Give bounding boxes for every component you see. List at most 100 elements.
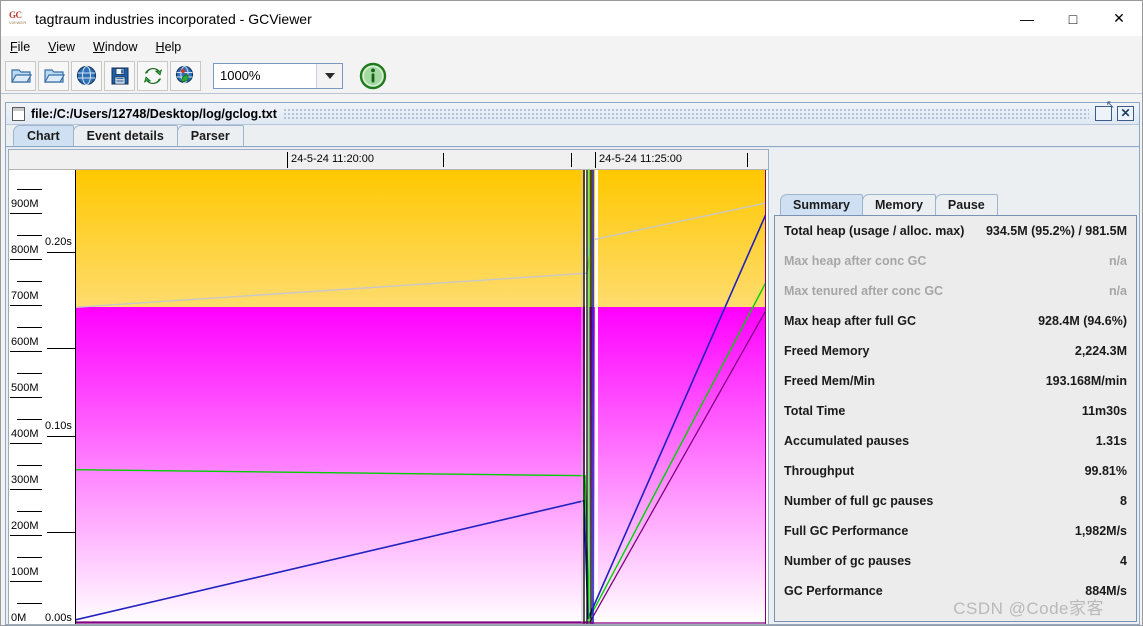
summary-label-accumulated-pauses: Accumulated pauses	[784, 434, 910, 448]
internal-close-button[interactable]: ✕	[1117, 106, 1134, 121]
document-internal-frame: file:/C:/Users/12748/Desktop/log/gclog.t…	[5, 98, 1140, 625]
gcviewer-icon: GC VIEWER	[9, 10, 27, 28]
summary-row-max-tenured-conc-gc: Max tenured after conc GC n/a	[784, 276, 1127, 306]
minimize-button[interactable]: —	[1004, 1, 1050, 36]
y2-tick-label-020s: 0.20s	[45, 236, 72, 248]
summary-row-total-time: Total Time 11m30s	[784, 396, 1127, 426]
zoom-input[interactable]	[214, 64, 314, 87]
info-circle-icon	[359, 62, 387, 89]
y2-tick-label-000s: 0.00s	[45, 612, 72, 624]
document-tabs: Chart Event details Parser	[6, 125, 1139, 147]
zoom-combobox[interactable]	[213, 62, 343, 89]
title-bar: GC VIEWER tagtraum industries incorporat…	[1, 1, 1142, 36]
menu-view-rest: iew	[56, 40, 76, 54]
globe-clock-icon	[175, 65, 194, 84]
summary-row-throughput: Throughput 99.81%	[784, 456, 1127, 486]
summary-value-freed-memory: 2,224.3M	[1074, 344, 1127, 358]
summary-value-full-gc-performance: 1,982M/s	[1074, 524, 1127, 538]
summary-table: Total heap (usage / alloc. max) 934.5M (…	[774, 215, 1137, 622]
summary-label-number-gc-pauses: Number of gc pauses	[784, 554, 912, 568]
series-total-heap-line	[75, 202, 766, 309]
export-button[interactable]	[104, 60, 135, 91]
summary-label-max-tenured-conc-gc: Max tenured after conc GC	[784, 284, 944, 298]
open-url-button[interactable]	[71, 60, 102, 91]
summary-value-freed-mem-per-min: 193.168M/min	[1045, 374, 1127, 388]
y-tick-label-200m: 200M	[11, 520, 39, 532]
menu-file-mnemonic: F	[10, 40, 18, 54]
internal-restore-button[interactable]	[1095, 98, 1115, 121]
menu-bar: File View Window Help	[1, 36, 1142, 58]
menu-view[interactable]: View	[39, 38, 84, 56]
tab-memory[interactable]: Memory	[861, 194, 936, 215]
series-gc-times-line	[75, 309, 766, 623]
summary-label-freed-mem-per-min: Freed Mem/Min	[784, 374, 875, 388]
summary-tabs: Summary Memory Pause	[774, 193, 1137, 215]
refresh-button[interactable]	[137, 60, 168, 91]
summary-label-throughput: Throughput	[784, 464, 855, 478]
document-icon	[12, 106, 25, 121]
x-tick-mark-a	[443, 153, 444, 167]
summary-label-max-heap-conc-gc: Max heap after conc GC	[784, 254, 927, 268]
summary-value-max-tenured-conc-gc: n/a	[1108, 284, 1127, 298]
y-tick-label-400m: 400M	[11, 428, 39, 440]
open-file-button[interactable]	[5, 60, 36, 91]
summary-label-number-full-gc-pauses: Number of full gc pauses	[784, 494, 934, 508]
summary-value-max-heap-full-gc: 928.4M (94.6%)	[1038, 314, 1127, 328]
summary-value-total-time: 11m30s	[1081, 404, 1127, 418]
globe-icon	[76, 65, 97, 86]
maximize-button[interactable]: □	[1050, 1, 1096, 36]
menu-window-mnemonic: W	[93, 40, 105, 54]
tab-pause[interactable]: Pause	[934, 194, 998, 215]
menu-file[interactable]: File	[1, 38, 39, 56]
summary-row-number-gc-pauses: Number of gc pauses 4	[784, 546, 1127, 576]
menu-file-rest: ile	[17, 40, 31, 54]
x-tick-label-1: 24-5-24 11:25:00	[595, 152, 682, 168]
y2-tick-label-010s: 0.10s	[45, 420, 72, 432]
chevron-down-icon[interactable]	[316, 63, 342, 88]
summary-row-freed-memory: Freed Memory 2,224.3M	[784, 336, 1127, 366]
summary-value-gc-performance: 884M/s	[1085, 584, 1127, 598]
menu-window[interactable]: Window	[84, 38, 146, 56]
summary-row-number-full-gc-pauses: Number of full gc pauses 8	[784, 486, 1127, 516]
internal-frame-title-bar: file:/C:/Users/12748/Desktop/log/gclog.t…	[6, 98, 1139, 125]
summary-value-number-gc-pauses: 4	[1120, 554, 1127, 568]
close-button[interactable]: ✕	[1096, 1, 1142, 36]
summary-panel: Summary Memory Pause Total heap (usage /…	[774, 193, 1137, 622]
watch-button[interactable]	[170, 60, 201, 91]
tab-event-details[interactable]: Event details	[72, 125, 178, 146]
open-recent-button[interactable]	[38, 60, 69, 91]
document-path-label: file:/C:/Users/12748/Desktop/log/gclog.t…	[31, 106, 277, 121]
document-content: 24-5-24 11:20:00 24-5-24 11:25:00 900M 8…	[6, 148, 1139, 625]
chart-y-axis: 900M 800M 0.20s 700M 600M 500M 400M 0.10…	[9, 170, 75, 624]
summary-row-max-heap-full-gc: Max heap after full GC 928.4M (94.6%)	[784, 306, 1127, 336]
window-title: tagtraum industries incorporated - GCVie…	[35, 10, 312, 27]
summary-label-max-heap-full-gc: Max heap after full GC	[784, 314, 916, 328]
menu-help[interactable]: Help	[147, 38, 191, 56]
plot-right-border	[765, 170, 766, 624]
x-tick-mark-c	[747, 153, 748, 167]
summary-row-gc-performance: GC Performance 884M/s	[784, 576, 1127, 606]
summary-row-full-gc-performance: Full GC Performance 1,982M/s	[784, 516, 1127, 546]
app-icon-text-bottom: VIEWER	[9, 19, 27, 25]
title-bar-texture	[282, 107, 1089, 120]
chart-plot-area[interactable]	[75, 170, 768, 624]
tab-chart[interactable]: Chart	[13, 125, 74, 146]
about-button[interactable]	[357, 60, 389, 92]
window-controls: — □ ✕	[1004, 1, 1142, 36]
summary-label-freed-memory: Freed Memory	[784, 344, 870, 358]
y-tick-label-500m: 500M	[11, 382, 39, 394]
chart-series-lines	[75, 170, 766, 624]
tab-summary[interactable]: Summary	[780, 194, 863, 215]
chart-time-axis: 24-5-24 11:20:00 24-5-24 11:25:00	[9, 150, 768, 170]
plot-left-border	[75, 170, 76, 624]
y-tick-label-700m: 700M	[11, 290, 39, 302]
y-tick-label-300m: 300M	[11, 474, 39, 486]
app-icon-text-top: GC	[9, 9, 22, 20]
y-tick-label-100m: 100M	[11, 566, 39, 578]
chart-plot-inner	[75, 170, 766, 624]
menu-help-rest: elp	[164, 40, 182, 54]
gc-chart-panel[interactable]: 24-5-24 11:20:00 24-5-24 11:25:00 900M 8…	[8, 149, 769, 625]
summary-label-total-heap: Total heap (usage / alloc. max)	[784, 224, 965, 238]
tab-parser[interactable]: Parser	[176, 125, 244, 146]
axis-corner	[9, 150, 75, 169]
